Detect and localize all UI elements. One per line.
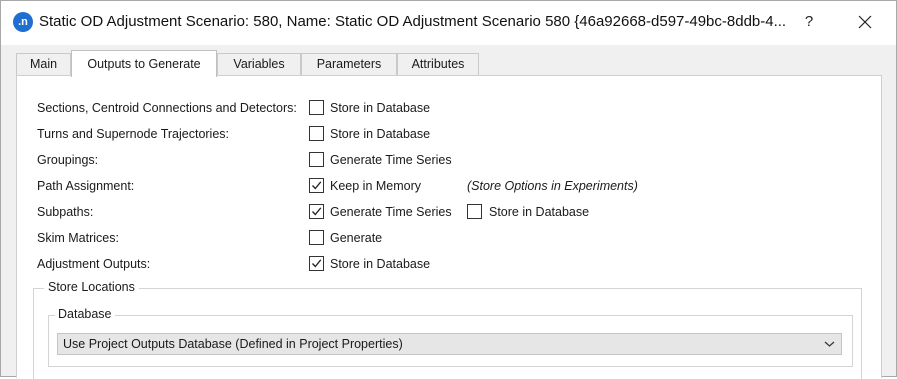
app-logo-icon: .n: [13, 12, 33, 32]
checkbox-label: Keep in Memory: [330, 179, 422, 193]
help-button[interactable]: ?: [799, 11, 819, 33]
outputs-panel: Sections, Centroid Connections and Detec…: [16, 75, 882, 379]
title-bar: .n Static OD Adjustment Scenario: 580, N…: [1, 1, 896, 45]
turns-store-checkbox[interactable]: [309, 126, 324, 141]
checkmark-icon: [312, 207, 322, 216]
row-label-path-assignment: Path Assignment:: [37, 179, 135, 193]
database-group-title: Database: [55, 307, 115, 321]
row-label-turns: Turns and Supernode Trajectories:: [37, 127, 230, 141]
tab-main[interactable]: Main: [16, 53, 71, 76]
checkmark-icon: [312, 181, 322, 190]
checkbox-label: Store in Database: [330, 127, 431, 141]
row-label-skim-matrices: Skim Matrices:: [37, 231, 119, 245]
checkbox-label: Store in Database: [330, 101, 431, 115]
chevron-down-icon: [824, 341, 835, 347]
sections-store-checkbox[interactable]: [309, 100, 324, 115]
checkbox-label: Store in Database: [330, 257, 431, 271]
adjustment-outputs-store-checkbox[interactable]: [309, 256, 324, 271]
checkbox-label: Store in Database: [489, 205, 590, 219]
row-label-adjustment-outputs: Adjustment Outputs:: [37, 257, 151, 271]
path-assignment-memory-checkbox[interactable]: [309, 178, 324, 193]
window-title: Static OD Adjustment Scenario: 580, Name…: [39, 13, 787, 30]
close-button[interactable]: [853, 11, 877, 33]
store-options-note: (Store Options in Experiments): [467, 179, 638, 193]
dialog-window: .n Static OD Adjustment Scenario: 580, N…: [0, 0, 897, 379]
checkbox-label: Generate: [330, 231, 383, 245]
store-locations-title: Store Locations: [44, 280, 139, 294]
database-select[interactable]: Use Project Outputs Database (Defined in…: [57, 333, 842, 355]
skim-matrices-generate-checkbox[interactable]: [309, 230, 324, 245]
subpaths-timeseries-checkbox[interactable]: [309, 204, 324, 219]
tab-attributes[interactable]: Attributes: [397, 53, 479, 76]
row-label-subpaths: Subpaths:: [37, 205, 94, 219]
database-group: Database Use Project Outputs Database (D…: [48, 307, 853, 367]
row-label-groupings: Groupings:: [37, 153, 99, 167]
tab-outputs-to-generate[interactable]: Outputs to Generate: [71, 50, 217, 77]
store-locations-group: Store Locations Database Use Project Out…: [33, 280, 862, 379]
checkbox-label: Generate Time Series: [330, 153, 452, 167]
close-icon: [858, 15, 872, 29]
database-select-value: Use Project Outputs Database (Defined in…: [63, 337, 403, 351]
tab-variables[interactable]: Variables: [217, 53, 301, 76]
tab-parameters[interactable]: Parameters: [301, 53, 397, 76]
checkmark-icon: [312, 259, 322, 268]
checkbox-label: Generate Time Series: [330, 205, 452, 219]
groupings-timeseries-checkbox[interactable]: [309, 152, 324, 167]
subpaths-store-checkbox[interactable]: [467, 204, 482, 219]
row-label-sections: Sections, Centroid Connections and Detec…: [37, 101, 297, 115]
